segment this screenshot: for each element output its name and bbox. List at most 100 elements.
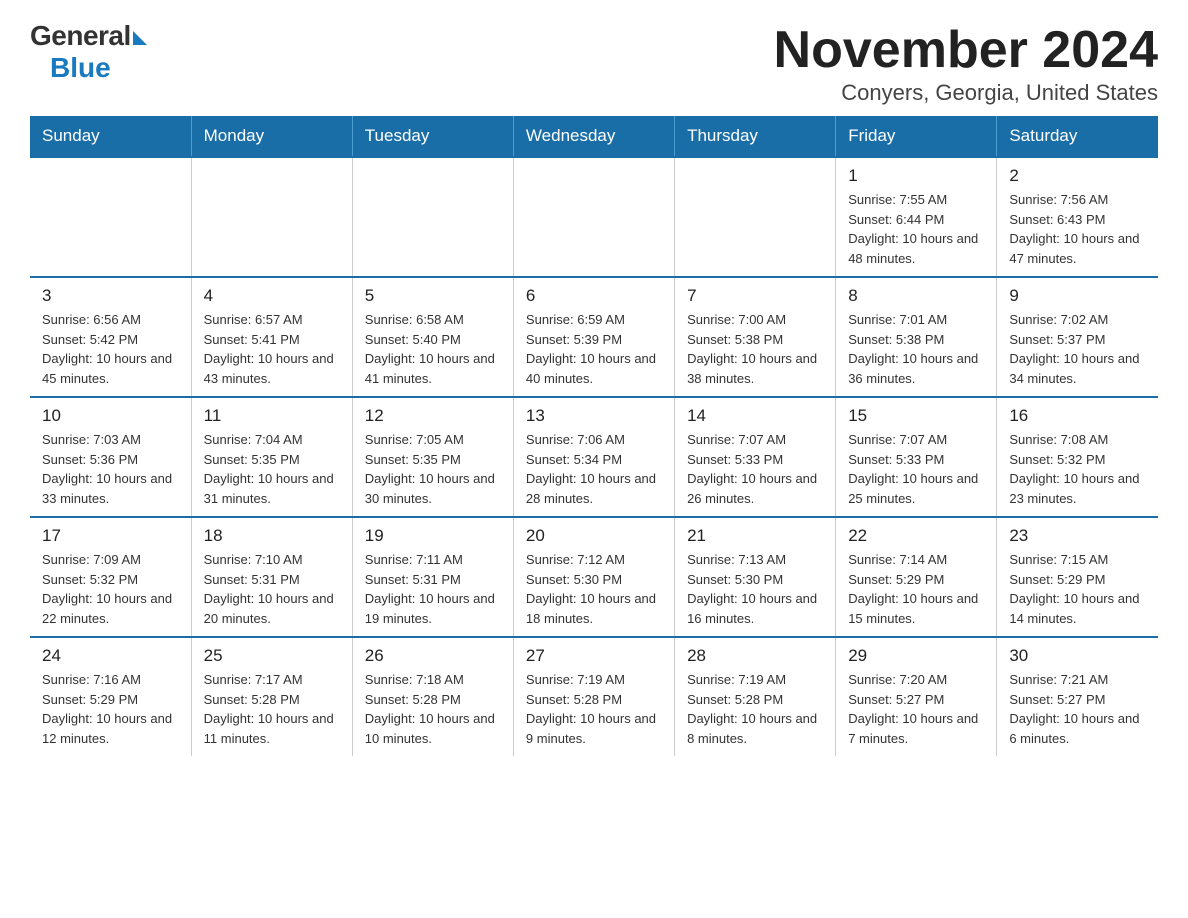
- day-info: Sunrise: 7:06 AM Sunset: 5:34 PM Dayligh…: [526, 430, 662, 508]
- logo-triangle-icon: [133, 31, 147, 45]
- calendar-week-row: 1Sunrise: 7:55 AM Sunset: 6:44 PM Daylig…: [30, 157, 1158, 277]
- day-number: 14: [687, 406, 823, 426]
- title-block: November 2024 Conyers, Georgia, United S…: [774, 20, 1158, 106]
- day-of-week-header: Tuesday: [352, 116, 513, 157]
- day-info: Sunrise: 7:12 AM Sunset: 5:30 PM Dayligh…: [526, 550, 662, 628]
- day-of-week-header: Monday: [191, 116, 352, 157]
- day-info: Sunrise: 7:13 AM Sunset: 5:30 PM Dayligh…: [687, 550, 823, 628]
- day-number: 12: [365, 406, 501, 426]
- day-info: Sunrise: 7:56 AM Sunset: 6:43 PM Dayligh…: [1009, 190, 1146, 268]
- day-number: 30: [1009, 646, 1146, 666]
- day-info: Sunrise: 7:15 AM Sunset: 5:29 PM Dayligh…: [1009, 550, 1146, 628]
- day-info: Sunrise: 7:00 AM Sunset: 5:38 PM Dayligh…: [687, 310, 823, 388]
- day-info: Sunrise: 7:17 AM Sunset: 5:28 PM Dayligh…: [204, 670, 340, 748]
- calendar-cell: 6 Sunrise: 6:59 AM Sunset: 5:39 PM Daylig…: [513, 277, 674, 397]
- calendar-title: November 2024: [774, 20, 1158, 80]
- day-info: Sunrise: 7:19 AM Sunset: 5:28 PM Dayligh…: [526, 670, 662, 748]
- calendar-cell: 18Sunrise: 7:10 AM Sunset: 5:31 PM Dayli…: [191, 517, 352, 637]
- day-info: Sunrise: 7:08 AM Sunset: 5:32 PM Dayligh…: [1009, 430, 1146, 508]
- calendar-cell: 27 Sunrise: 7:19 AM Sunset: 5:28 PM Dayli…: [513, 637, 674, 756]
- day-info: Sunrise: 7:05 AM Sunset: 5:35 PM Dayligh…: [365, 430, 501, 508]
- calendar-cell: 10 Sunrise: 7:03 AM Sunset: 5:36 PM Dayli…: [30, 397, 191, 517]
- calendar-week-row: 3 Sunrise: 6:56 AM Sunset: 5:42 PM Daylig…: [30, 277, 1158, 397]
- day-info: Sunrise: 7:19 AM Sunset: 5:28 PM Dayligh…: [687, 670, 823, 748]
- logo-blue-text: Blue: [50, 52, 111, 84]
- calendar-cell: 14 Sunrise: 7:07 AM Sunset: 5:33 PM Dayli…: [675, 397, 836, 517]
- day-number: 28: [687, 646, 823, 666]
- calendar-cell: 20Sunrise: 7:12 AM Sunset: 5:30 PM Dayli…: [513, 517, 674, 637]
- day-info: Sunrise: 6:56 AM Sunset: 5:42 PM Dayligh…: [42, 310, 179, 388]
- day-info: Sunrise: 7:16 AM Sunset: 5:29 PM Dayligh…: [42, 670, 179, 748]
- page-header: General Blue November 2024 Conyers, Geor…: [30, 20, 1158, 106]
- day-info: Sunrise: 7:10 AM Sunset: 5:31 PM Dayligh…: [204, 550, 340, 628]
- calendar-cell: 9Sunrise: 7:02 AM Sunset: 5:37 PM Daylig…: [997, 277, 1158, 397]
- calendar-cell: 30 Sunrise: 7:21 AM Sunset: 5:27 PM Dayli…: [997, 637, 1158, 756]
- calendar-cell: 7 Sunrise: 7:00 AM Sunset: 5:38 PM Daylig…: [675, 277, 836, 397]
- day-number: 19: [365, 526, 501, 546]
- day-number: 2: [1009, 166, 1146, 186]
- calendar-header-row: SundayMondayTuesdayWednesdayThursdayFrid…: [30, 116, 1158, 157]
- calendar-cell: 2 Sunrise: 7:56 AM Sunset: 6:43 PM Daylig…: [997, 157, 1158, 277]
- calendar-cell: 28 Sunrise: 7:19 AM Sunset: 5:28 PM Dayli…: [675, 637, 836, 756]
- calendar-cell: 29 Sunrise: 7:20 AM Sunset: 5:27 PM Dayli…: [836, 637, 997, 756]
- day-info: Sunrise: 7:09 AM Sunset: 5:32 PM Dayligh…: [42, 550, 179, 628]
- calendar-cell: 19 Sunrise: 7:11 AM Sunset: 5:31 PM Dayli…: [352, 517, 513, 637]
- calendar-cell: 16 Sunrise: 7:08 AM Sunset: 5:32 PM Dayli…: [997, 397, 1158, 517]
- calendar-cell: 8 Sunrise: 7:01 AM Sunset: 5:38 PM Daylig…: [836, 277, 997, 397]
- calendar-cell: [191, 157, 352, 277]
- day-number: 15: [848, 406, 984, 426]
- calendar-week-row: 10 Sunrise: 7:03 AM Sunset: 5:36 PM Dayli…: [30, 397, 1158, 517]
- calendar-cell: 21Sunrise: 7:13 AM Sunset: 5:30 PM Dayli…: [675, 517, 836, 637]
- day-number: 29: [848, 646, 984, 666]
- calendar-cell: 15 Sunrise: 7:07 AM Sunset: 5:33 PM Dayli…: [836, 397, 997, 517]
- day-number: 8: [848, 286, 984, 306]
- calendar-cell: 26 Sunrise: 7:18 AM Sunset: 5:28 PM Dayli…: [352, 637, 513, 756]
- calendar-cell: 12 Sunrise: 7:05 AM Sunset: 5:35 PM Dayli…: [352, 397, 513, 517]
- day-number: 25: [204, 646, 340, 666]
- logo: General Blue: [30, 20, 147, 84]
- day-of-week-header: Saturday: [997, 116, 1158, 157]
- calendar-cell: 17 Sunrise: 7:09 AM Sunset: 5:32 PM Dayli…: [30, 517, 191, 637]
- day-number: 24: [42, 646, 179, 666]
- day-info: Sunrise: 7:07 AM Sunset: 5:33 PM Dayligh…: [687, 430, 823, 508]
- calendar-week-row: 17 Sunrise: 7:09 AM Sunset: 5:32 PM Dayli…: [30, 517, 1158, 637]
- day-number: 26: [365, 646, 501, 666]
- day-of-week-header: Thursday: [675, 116, 836, 157]
- calendar-cell: 23 Sunrise: 7:15 AM Sunset: 5:29 PM Dayli…: [997, 517, 1158, 637]
- day-number: 22: [848, 526, 984, 546]
- calendar-week-row: 24 Sunrise: 7:16 AM Sunset: 5:29 PM Dayli…: [30, 637, 1158, 756]
- day-info: Sunrise: 6:59 AM Sunset: 5:39 PM Dayligh…: [526, 310, 662, 388]
- day-number: 16: [1009, 406, 1146, 426]
- day-number: 17: [42, 526, 179, 546]
- day-number: 10: [42, 406, 179, 426]
- calendar-cell: [30, 157, 191, 277]
- calendar-cell: 22Sunrise: 7:14 AM Sunset: 5:29 PM Dayli…: [836, 517, 997, 637]
- day-info: Sunrise: 7:20 AM Sunset: 5:27 PM Dayligh…: [848, 670, 984, 748]
- calendar-subtitle: Conyers, Georgia, United States: [774, 80, 1158, 106]
- day-number: 23: [1009, 526, 1146, 546]
- day-info: Sunrise: 7:21 AM Sunset: 5:27 PM Dayligh…: [1009, 670, 1146, 748]
- day-number: 13: [526, 406, 662, 426]
- day-info: Sunrise: 7:18 AM Sunset: 5:28 PM Dayligh…: [365, 670, 501, 748]
- day-number: 6: [526, 286, 662, 306]
- calendar-table: SundayMondayTuesdayWednesdayThursdayFrid…: [30, 116, 1158, 756]
- day-of-week-header: Wednesday: [513, 116, 674, 157]
- calendar-cell: 4Sunrise: 6:57 AM Sunset: 5:41 PM Daylig…: [191, 277, 352, 397]
- calendar-cell: 3 Sunrise: 6:56 AM Sunset: 5:42 PM Daylig…: [30, 277, 191, 397]
- day-number: 3: [42, 286, 179, 306]
- day-number: 9: [1009, 286, 1146, 306]
- day-info: Sunrise: 7:01 AM Sunset: 5:38 PM Dayligh…: [848, 310, 984, 388]
- day-of-week-header: Sunday: [30, 116, 191, 157]
- calendar-cell: [352, 157, 513, 277]
- calendar-cell: 13 Sunrise: 7:06 AM Sunset: 5:34 PM Dayli…: [513, 397, 674, 517]
- day-info: Sunrise: 7:07 AM Sunset: 5:33 PM Dayligh…: [848, 430, 984, 508]
- day-number: 1: [848, 166, 984, 186]
- day-of-week-header: Friday: [836, 116, 997, 157]
- day-number: 27: [526, 646, 662, 666]
- day-number: 4: [204, 286, 340, 306]
- day-info: Sunrise: 6:58 AM Sunset: 5:40 PM Dayligh…: [365, 310, 501, 388]
- day-info: Sunrise: 7:11 AM Sunset: 5:31 PM Dayligh…: [365, 550, 501, 628]
- day-info: Sunrise: 7:03 AM Sunset: 5:36 PM Dayligh…: [42, 430, 179, 508]
- day-number: 7: [687, 286, 823, 306]
- calendar-cell: 1Sunrise: 7:55 AM Sunset: 6:44 PM Daylig…: [836, 157, 997, 277]
